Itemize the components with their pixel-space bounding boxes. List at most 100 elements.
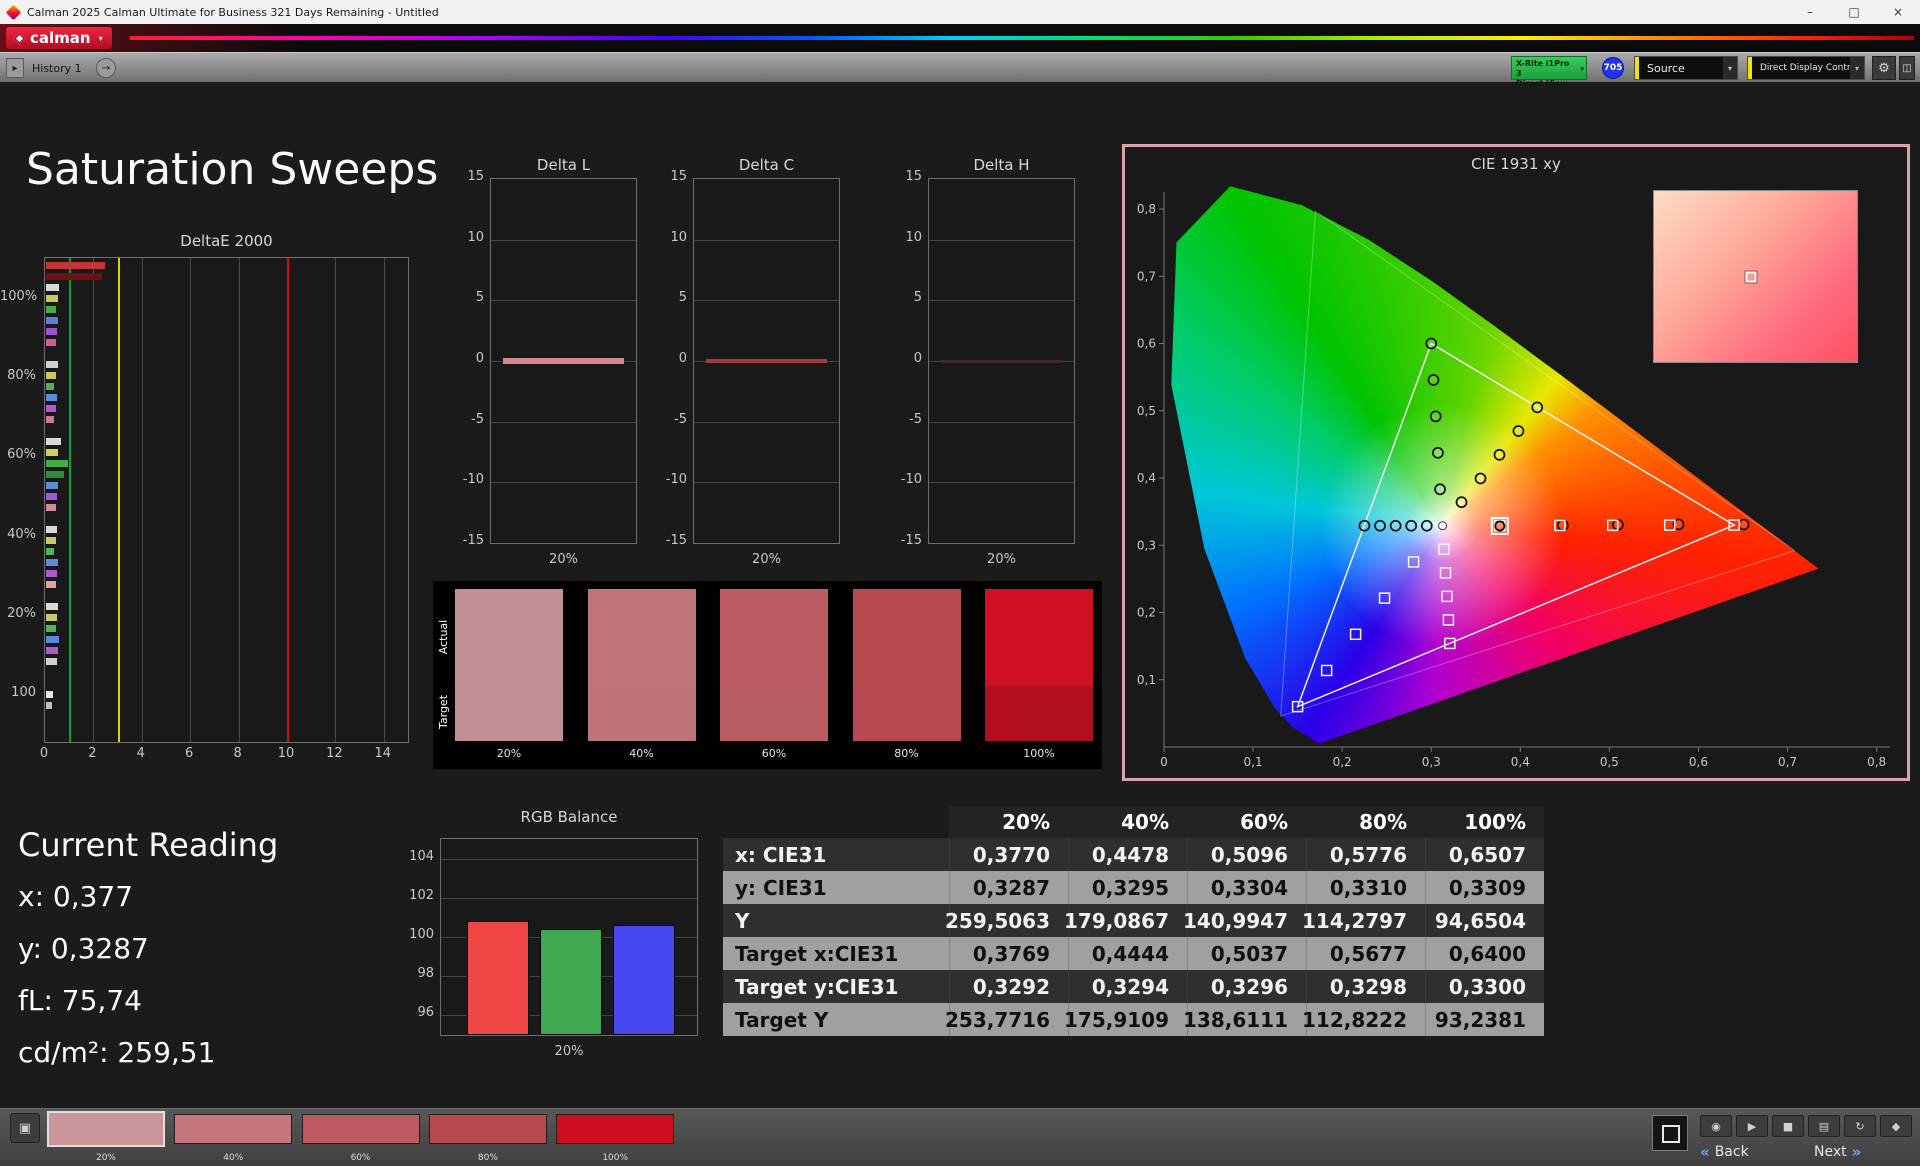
table-row: Target x:CIE31 0,3769 0,4444 0,5037 0,5677 0,… <box>723 937 1544 970</box>
delta-ytick-label: 10 <box>467 229 484 245</box>
magenta-sweep-point <box>1439 567 1452 579</box>
rgb-balance-title: RGB Balance <box>520 808 618 826</box>
deltae-bar <box>46 658 57 665</box>
minimize-button[interactable]: – <box>1788 0 1832 24</box>
transport-icon-button-4[interactable]: ▤ <box>1808 1115 1840 1137</box>
blue-sweep-point <box>1407 556 1420 568</box>
deltae-bar <box>46 460 68 467</box>
meter-dropdown[interactable]: X-Rite i1Pro 3 Direct View ▾ <box>1511 56 1587 88</box>
transport-icon-button-6[interactable]: ◆ <box>1880 1115 1912 1137</box>
delta_c-bar <box>706 359 827 363</box>
table-column-header: 100% <box>1425 806 1544 838</box>
delta-gridline <box>694 239 839 241</box>
delta-ytick-label: -15 <box>665 533 687 548</box>
table-cell: 112,8222 <box>1302 1003 1425 1036</box>
delta-gridline <box>929 482 1074 484</box>
close-button[interactable]: × <box>1876 0 1920 24</box>
current-reading-y: y: 0,3287 <box>18 932 149 965</box>
deltae-bar <box>46 438 61 445</box>
patch-percentage-label: 100% <box>1023 747 1055 760</box>
deltae-bar <box>46 273 102 280</box>
blue-sweep-point <box>1378 592 1391 604</box>
deltae-gridline <box>190 258 192 742</box>
settings-button[interactable]: ⚙ <box>1872 56 1896 80</box>
deltae-ytick-label: 60% <box>7 447 36 462</box>
chevron-down-icon: ▾ <box>1580 65 1584 73</box>
pattern-preview-button[interactable] <box>1652 1115 1688 1151</box>
calman-menu-button[interactable]: calman ▾ <box>6 27 112 49</box>
cie-ytick-label: 0,8 <box>1137 202 1156 216</box>
source-dropdown[interactable]: Source ▾ <box>1634 56 1738 80</box>
deltae-bar <box>46 603 59 610</box>
transport-icon-button-2[interactable]: ▶ <box>1736 1115 1768 1137</box>
table-cell: 114,2797 <box>1302 904 1425 937</box>
table-cell: 175,9109 <box>1064 1003 1187 1036</box>
pattern-swatch-100%[interactable] <box>556 1114 675 1144</box>
transport-icon-button-5[interactable]: ↻ <box>1844 1115 1876 1137</box>
display-control-dropdown[interactable]: Direct Display Control ▾ <box>1747 56 1865 80</box>
rgb-ytick-label: 100 <box>409 927 434 942</box>
rgb-balance-x-label: 20% <box>554 1044 584 1059</box>
pattern-control-bar: ▣ ◉ ▶ ■ ▤ ↻ ◆ « Back Next » 20% 40% 60% 80% 100% <box>0 1108 1920 1166</box>
cie-xtick-label: 0,2 <box>1333 755 1352 769</box>
workflow-toolbar: ▸ History 1 → X-Rite i1Pro 3 Direct View… <box>0 52 1920 88</box>
patch-percentage-label: 40% <box>629 747 654 760</box>
layout-toggle-button[interactable]: ◫ <box>1899 56 1915 80</box>
deltae-bar <box>46 482 59 489</box>
transport-icon-button-3[interactable]: ■ <box>1772 1115 1804 1137</box>
maximize-button[interactable]: □ <box>1832 0 1876 24</box>
red-measured-point <box>1557 519 1569 532</box>
deltae-xtick-label: 2 <box>88 746 97 761</box>
transport-icon-button-1[interactable]: ◉ <box>1700 1115 1732 1137</box>
history-next-button[interactable]: → <box>96 58 116 78</box>
tab-history-1[interactable]: History 1 <box>32 62 82 75</box>
deltae-bar <box>46 262 106 269</box>
delta-gridline <box>694 300 839 302</box>
deltae-gridline <box>383 258 385 742</box>
pattern-swatch-label: 80% <box>477 1153 498 1163</box>
pattern-swatch-80%[interactable] <box>428 1114 547 1144</box>
magenta-sweep-point <box>1438 543 1450 556</box>
deltae-bar <box>46 284 60 291</box>
delta-gridline <box>694 482 839 484</box>
deltae-bar <box>46 504 56 511</box>
cyan-sweep-point <box>1358 519 1371 532</box>
yellow-sweep-point <box>1531 401 1544 414</box>
yellow-sweep-point <box>1493 448 1506 461</box>
table-cell: 259,5063 <box>945 904 1068 937</box>
history-prev-button[interactable]: ▸ <box>6 58 24 78</box>
target-patch <box>985 686 1093 741</box>
pattern-swatch-60%[interactable] <box>301 1114 420 1144</box>
target-patch <box>720 686 828 741</box>
patch-compare-panel: Actual Target 20% 40% 60% 80% 100% <box>433 581 1102 769</box>
deltae-ytick-label: 100% <box>0 289 38 304</box>
delta-gridline <box>929 239 1074 241</box>
pattern-window-button[interactable]: ▣ <box>10 1113 40 1143</box>
cie-xtick-label: 0,4 <box>1511 755 1530 769</box>
pattern-swatch-20%[interactable] <box>47 1111 165 1147</box>
table-column-header: 40% <box>1068 806 1187 838</box>
table-cell: 0,3292 <box>949 970 1068 1003</box>
blue-sweep-point <box>1349 628 1362 641</box>
deltae-xtick-label: 0 <box>39 746 49 761</box>
back-button[interactable]: « Back <box>1700 1141 1749 1163</box>
rgb-ytick-label: 104 <box>409 848 434 864</box>
deltae-bar <box>46 548 55 555</box>
delta-ytick-label: 15 <box>467 169 484 184</box>
pattern-swatch-40%[interactable] <box>174 1114 293 1144</box>
deltae-bar <box>46 702 53 709</box>
transport-controls: ◉ ▶ ■ ▤ ↻ ◆ <box>1700 1115 1920 1137</box>
red-measured-point <box>1737 518 1750 531</box>
next-button[interactable]: Next » <box>1814 1141 1861 1163</box>
blue-sweep-point <box>1320 664 1333 677</box>
table-cell: 253,7716 <box>945 1003 1068 1036</box>
deltae-xtick-label: 8 <box>233 746 242 761</box>
deltae-y-axis: 100% 80% 60% 40% 20% 100 <box>0 257 38 743</box>
delta-c-chart <box>693 178 840 544</box>
page-title: Saturation Sweeps <box>26 144 439 195</box>
cie-xtick-label: 0 <box>1160 755 1168 769</box>
pattern-swatch-label: 60% <box>350 1153 371 1163</box>
current-reading-fl: fL: 75,74 <box>18 984 142 1017</box>
app-icon <box>5 4 22 20</box>
table-cell: 0,3304 <box>1187 871 1306 904</box>
